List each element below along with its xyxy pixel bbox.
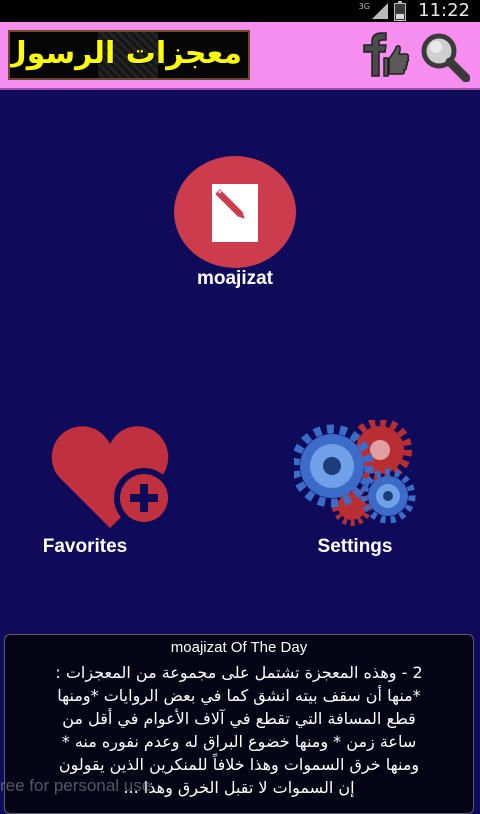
favorites-label: Favorites bbox=[42, 536, 128, 557]
facebook-like-icon[interactable] bbox=[354, 32, 410, 78]
signal-icon bbox=[372, 3, 388, 19]
network-type: 3G bbox=[358, 2, 370, 11]
app-title-banner: معجزات الرسول bbox=[8, 30, 250, 80]
settings-label: Settings bbox=[317, 536, 393, 557]
of-the-day-line: قطع المسافة التي تقطع في آلاف الأعوام في… bbox=[62, 709, 416, 728]
settings-tile[interactable]: Settings bbox=[280, 420, 430, 560]
status-bar: 3G 11:22 bbox=[0, 0, 480, 22]
edit-note-icon bbox=[212, 184, 258, 242]
of-the-day-line: 2 - وهذه المعجزة تشتمل على مجموعة من الم… bbox=[55, 663, 423, 682]
watermark: ree for personal use bbox=[0, 776, 152, 795]
battery-icon bbox=[394, 1, 406, 21]
app-title: معجزات الرسول bbox=[8, 36, 242, 71]
of-the-day-title: moajizat Of The Day bbox=[170, 639, 308, 656]
clock: 11:22 bbox=[418, 0, 470, 21]
of-the-day-line: ساعة زمن * ومنها خضوع البراق له وعدم نفو… bbox=[61, 732, 417, 751]
of-the-day-line: *منها أن سقف بيته انشق كما في بعض الرواي… bbox=[57, 686, 421, 705]
gears-icon bbox=[294, 420, 416, 526]
moajizat-tile[interactable]: moajizat bbox=[150, 156, 320, 296]
moajizat-label: moajizat bbox=[196, 268, 274, 289]
of-the-day-line: ومنها خرق السموات وهذا خلافاً للمنكرين ا… bbox=[58, 755, 420, 774]
favorites-tile[interactable]: Favorites bbox=[28, 420, 198, 560]
search-icon[interactable] bbox=[418, 30, 470, 82]
heart-plus-icon bbox=[51, 426, 174, 528]
app-bar: معجزات الرسول bbox=[0, 22, 480, 90]
